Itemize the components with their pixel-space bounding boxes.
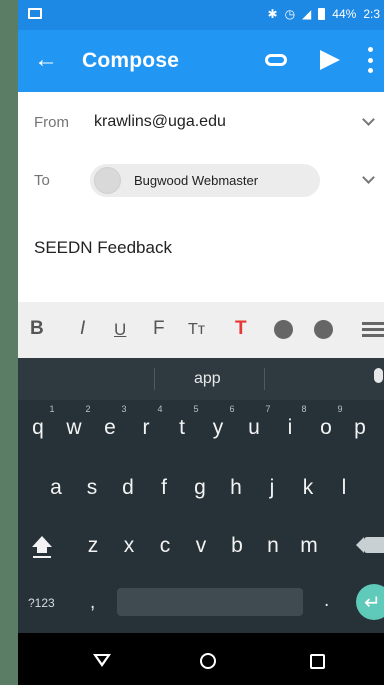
nav-home-icon[interactable] bbox=[200, 653, 216, 669]
nav-recents-icon[interactable] bbox=[310, 654, 325, 669]
emoji-icon[interactable] bbox=[314, 320, 333, 339]
key-q[interactable]: q bbox=[23, 416, 53, 440]
avatar bbox=[94, 167, 121, 194]
status-bar: ✱ ◷ ◢ 44% 2:3 bbox=[18, 0, 384, 30]
divider bbox=[154, 368, 155, 390]
number-hint: 4 bbox=[157, 404, 163, 414]
page-title: Compose bbox=[82, 49, 180, 72]
chevron-down-icon[interactable] bbox=[362, 171, 375, 184]
shift-icon-stem bbox=[37, 547, 47, 553]
key-i[interactable]: i bbox=[275, 416, 305, 440]
shift-icon-base bbox=[33, 556, 51, 558]
notification-icon bbox=[28, 8, 42, 19]
number-hint: 6 bbox=[229, 404, 235, 414]
number-hint: 2 bbox=[85, 404, 91, 414]
back-arrow-icon[interactable]: ← bbox=[34, 47, 58, 73]
key-m[interactable]: m bbox=[294, 534, 324, 558]
key-b[interactable]: b bbox=[222, 534, 252, 558]
space-bar[interactable] bbox=[117, 588, 303, 616]
palette-icon[interactable] bbox=[274, 320, 293, 339]
key-r[interactable]: r bbox=[131, 416, 161, 440]
key-y[interactable]: y bbox=[203, 416, 233, 440]
symbols-key[interactable]: ?123 bbox=[28, 596, 55, 610]
number-hint: 9 bbox=[337, 404, 343, 414]
nav-back-icon[interactable] bbox=[93, 654, 111, 667]
key-n[interactable]: n bbox=[258, 534, 288, 558]
key-v[interactable]: v bbox=[186, 534, 216, 558]
key-z[interactable]: z bbox=[78, 534, 108, 558]
navigation-bar bbox=[18, 633, 384, 685]
period-key[interactable]: . bbox=[324, 590, 329, 612]
key-g[interactable]: g bbox=[185, 476, 215, 500]
mic-icon[interactable] bbox=[374, 368, 383, 383]
phone-screen: ✱ ◷ ◢ 44% 2:3 ← Compose From krawlins@ug… bbox=[18, 0, 384, 685]
recipient-chip[interactable]: Bugwood Webmaster bbox=[90, 164, 320, 197]
bluetooth-icon: ✱ bbox=[267, 7, 278, 21]
bold-button[interactable]: B bbox=[30, 318, 44, 340]
send-icon[interactable] bbox=[320, 50, 340, 70]
suggestion-bar: app bbox=[18, 358, 384, 400]
key-f[interactable]: f bbox=[149, 476, 179, 500]
to-row[interactable]: To Bugwood Webmaster bbox=[18, 150, 384, 208]
clock: 2:3 bbox=[363, 7, 380, 21]
key-e[interactable]: e bbox=[95, 416, 125, 440]
enter-icon[interactable] bbox=[356, 584, 384, 620]
from-row[interactable]: From krawlins@uga.edu bbox=[18, 92, 384, 150]
keyboard: app 1 2 3 4 5 6 7 8 9 q w e r t y u i o … bbox=[18, 358, 384, 633]
key-o[interactable]: o bbox=[311, 416, 341, 440]
italic-button[interactable]: I bbox=[80, 318, 85, 340]
shift-icon[interactable] bbox=[32, 536, 52, 547]
recipient-name: Bugwood Webmaster bbox=[134, 173, 259, 188]
font-button[interactable]: F bbox=[153, 318, 165, 340]
key-x[interactable]: x bbox=[114, 534, 144, 558]
number-hint: 3 bbox=[121, 404, 127, 414]
suggestion-word[interactable]: app bbox=[194, 370, 221, 388]
key-j[interactable]: j bbox=[257, 476, 287, 500]
underline-button[interactable]: U bbox=[114, 320, 126, 340]
key-d[interactable]: d bbox=[113, 476, 143, 500]
key-p[interactable]: p bbox=[350, 416, 370, 440]
paperclip-icon[interactable] bbox=[265, 54, 287, 66]
number-hint: 8 bbox=[301, 404, 307, 414]
more-vert-icon[interactable] bbox=[368, 47, 374, 73]
battery-icon bbox=[318, 8, 326, 20]
key-l[interactable]: l bbox=[329, 476, 359, 500]
list-icon[interactable] bbox=[362, 322, 384, 337]
format-toolbar: B I U F Tт T bbox=[18, 302, 384, 358]
compose-form: From krawlins@uga.edu To Bugwood Webmast… bbox=[18, 92, 384, 302]
to-label: To bbox=[34, 172, 50, 189]
key-k[interactable]: k bbox=[293, 476, 323, 500]
status-icons: ✱ ◷ ◢ 44% 2:3 bbox=[267, 7, 380, 21]
key-s[interactable]: s bbox=[77, 476, 107, 500]
comma-key[interactable]: , bbox=[90, 592, 95, 614]
number-hint: 5 bbox=[193, 404, 199, 414]
battery-percent: 44% bbox=[332, 7, 357, 21]
key-w[interactable]: w bbox=[59, 416, 89, 440]
from-label: From bbox=[34, 114, 69, 131]
chevron-down-icon[interactable] bbox=[362, 113, 375, 126]
backspace-icon[interactable] bbox=[356, 537, 384, 553]
alarm-icon: ◷ bbox=[284, 7, 296, 21]
key-t[interactable]: t bbox=[167, 416, 197, 440]
divider bbox=[264, 368, 265, 390]
number-hint: 1 bbox=[49, 404, 55, 414]
text-color-button[interactable]: T bbox=[235, 318, 247, 340]
number-hint: 7 bbox=[265, 404, 271, 414]
key-h[interactable]: h bbox=[221, 476, 251, 500]
key-a[interactable]: a bbox=[41, 476, 71, 500]
from-address[interactable]: krawlins@uga.edu bbox=[94, 113, 226, 131]
key-c[interactable]: c bbox=[150, 534, 180, 558]
signal-icon: ◢ bbox=[302, 7, 312, 21]
subject-field[interactable]: SEEDN Feedback bbox=[34, 238, 172, 258]
app-bar: ← Compose bbox=[18, 30, 384, 92]
text-size-button[interactable]: Tт bbox=[188, 321, 205, 339]
key-u[interactable]: u bbox=[239, 416, 269, 440]
